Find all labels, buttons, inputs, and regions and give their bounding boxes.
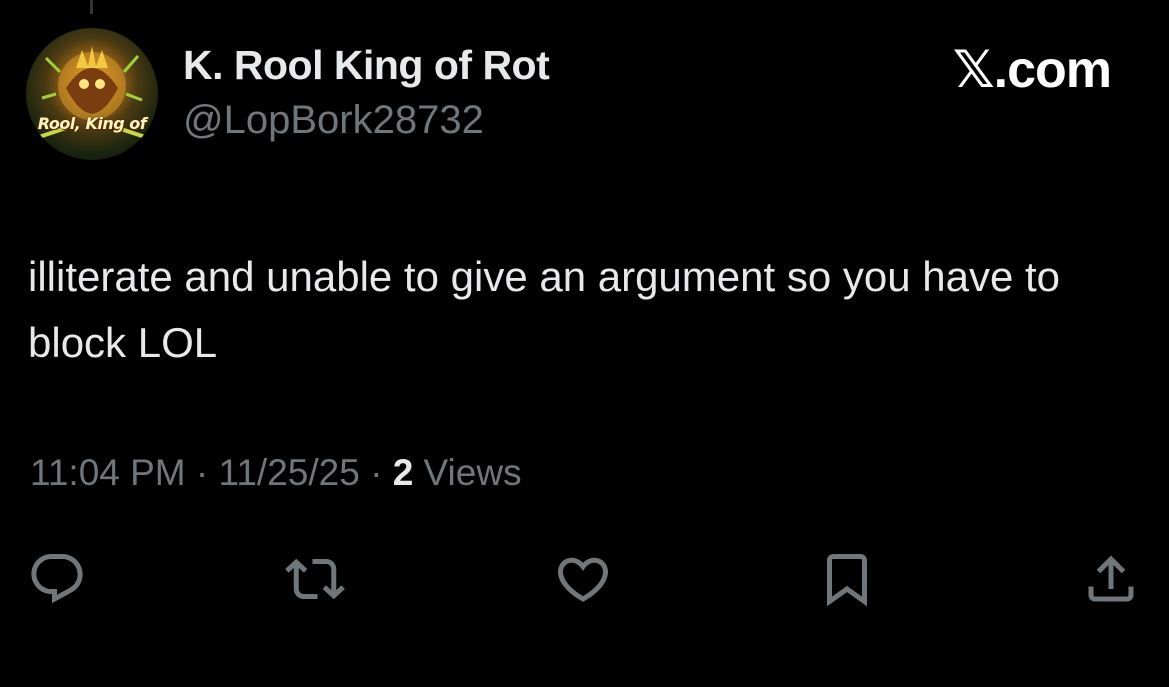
avatar-caption: Rool, King of xyxy=(37,114,147,133)
meta-separator: · xyxy=(370,452,383,493)
author-display-name[interactable]: K. Rool King of Rot xyxy=(183,42,550,89)
share-icon xyxy=(1088,555,1134,602)
tweet-text: illiterate and unable to give an argumen… xyxy=(28,253,1061,366)
avatar[interactable]: Rool, King of xyxy=(26,28,158,160)
repost-icon xyxy=(285,558,345,600)
action-bar xyxy=(0,548,1169,608)
tweet-metadata: 11:04 PM · 11/25/25 · 2 Views xyxy=(30,452,522,494)
reply-icon xyxy=(31,554,83,604)
meta-separator: · xyxy=(195,452,209,493)
tweet-time[interactable]: 11:04 PM xyxy=(30,452,186,493)
share-button[interactable] xyxy=(1080,548,1142,610)
thread-connector-line xyxy=(90,0,93,14)
avatar-artwork xyxy=(35,46,149,140)
repost-button[interactable] xyxy=(284,548,346,610)
like-icon xyxy=(557,557,609,602)
brand-logo: 𝕏.com xyxy=(952,41,1112,99)
bookmark-button[interactable] xyxy=(816,548,878,610)
bookmark-icon xyxy=(827,554,867,607)
author-handle[interactable]: @LopBork28732 xyxy=(183,98,484,143)
tweet-date[interactable]: 11/25/25 xyxy=(219,452,360,493)
reply-button[interactable] xyxy=(26,548,88,610)
views-label[interactable]: Views xyxy=(424,452,522,493)
views-count[interactable]: 2 xyxy=(393,452,414,493)
tweet-card: Rool, King of K. Rool King of Rot @LopBo… xyxy=(0,0,1169,687)
like-button[interactable] xyxy=(552,548,614,610)
